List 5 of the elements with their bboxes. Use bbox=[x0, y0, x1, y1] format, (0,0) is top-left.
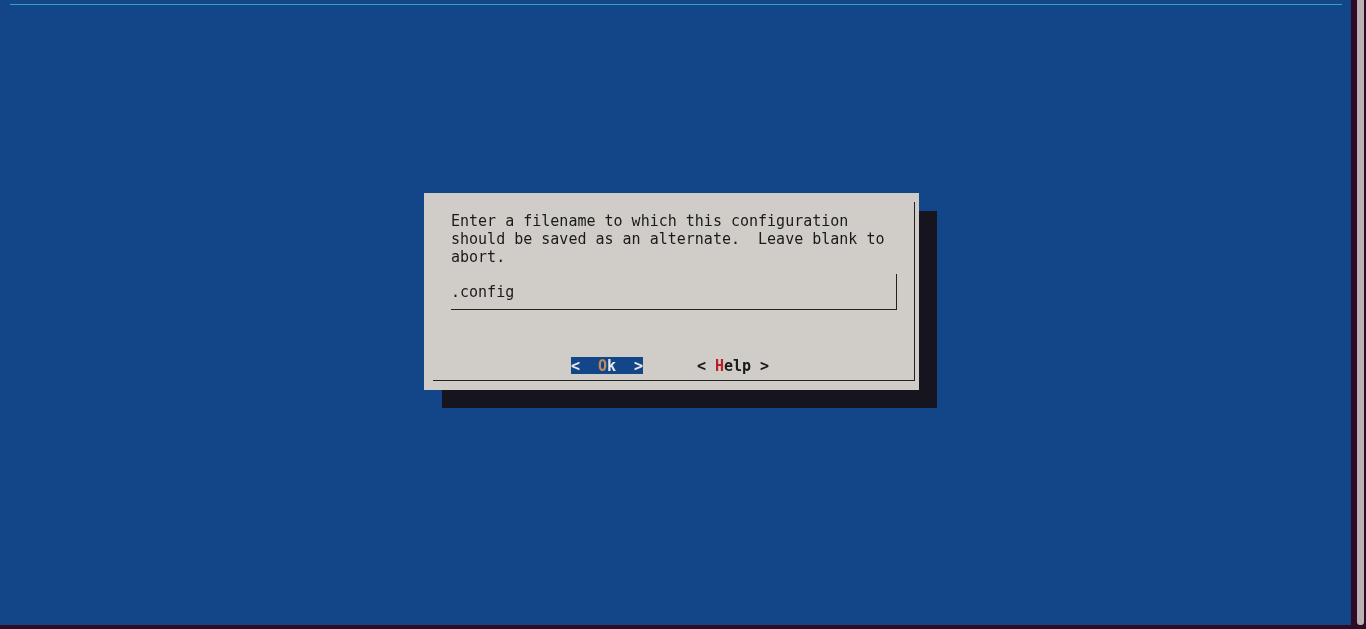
input-field[interactable]: .config bbox=[451, 274, 897, 310]
dialog-button[interactable]: < Ok > bbox=[571, 357, 643, 374]
dialog-message: Enter a filename to which this configuration should be saved as an alternate. Leave blank to abort. bbox=[451, 212, 886, 266]
scrollbar[interactable] bbox=[1357, 0, 1364, 625]
dialog-button[interactable]: < Help > bbox=[697, 357, 769, 374]
